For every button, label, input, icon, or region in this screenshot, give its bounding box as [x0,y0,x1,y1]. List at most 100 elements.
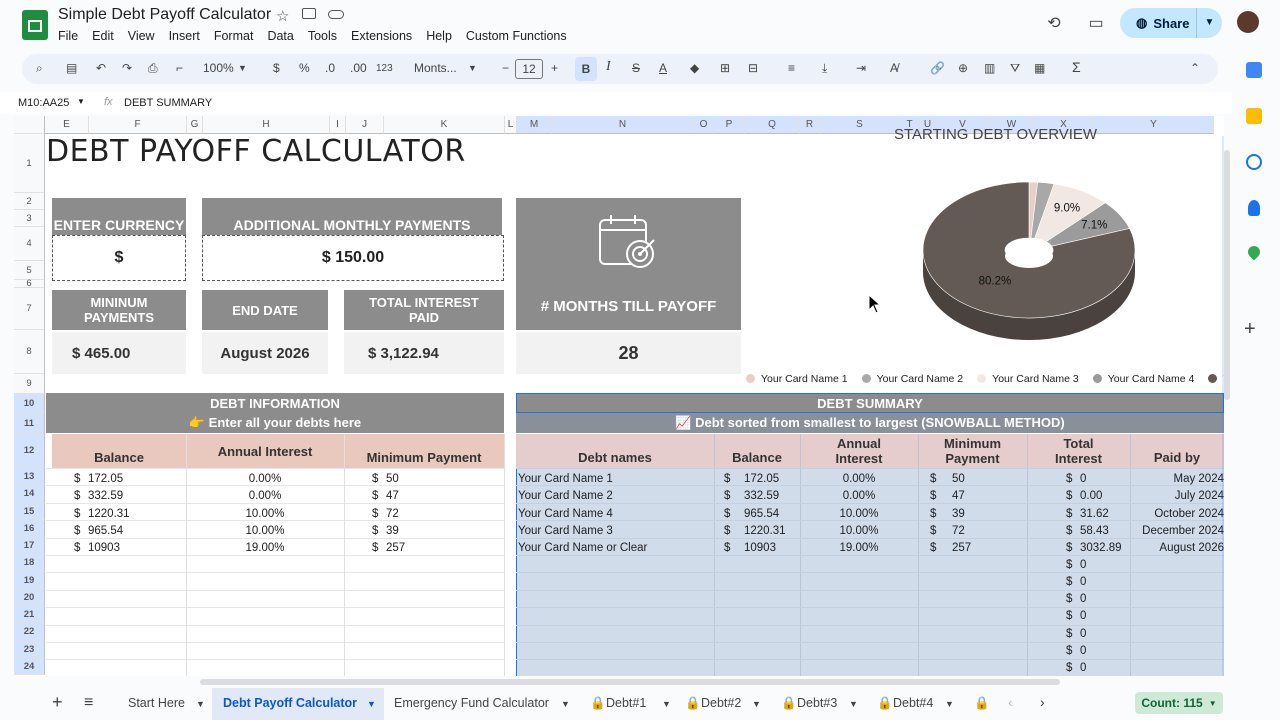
summary-debt-name[interactable]: Your Card Name or Clear [518,539,647,556]
spreadsheet-grid[interactable]: EFGHIJKLMNOPQRSTUVWXY 1 2 3 4 5 6 7 8 9 10 11 12 13 1… [14,116,1224,676]
row-header[interactable]: 2 [14,193,45,210]
undo-icon[interactable]: ↶ [96,61,106,75]
menu-item-file[interactable]: File [58,29,78,43]
info-interest-value[interactable]: 10.00% [186,522,344,539]
tab-dropdown-icon[interactable]: ▼ [752,699,761,709]
info-min-value[interactable]: 47 [386,487,399,504]
row-header[interactable]: 3 [14,210,45,227]
summary-debt-name[interactable]: Your Card Name 3 [518,522,613,539]
info-balance-value[interactable]: 332.59 [88,487,123,504]
collapse-toolbar-icon[interactable]: ⌃ [1190,61,1200,75]
row-header[interactable]: 20 [14,589,45,606]
currency-format-button[interactable]: $ [273,61,280,75]
row-header[interactable]: 7 [14,288,45,330]
row-header[interactable]: 8 [14,330,45,374]
tab-dropdown-icon[interactable]: ▼ [662,699,671,709]
legend-item[interactable]: Your Card Name 4 [1092,373,1194,385]
history-icon[interactable]: ⟲ [1044,13,1064,33]
tab-debt-4[interactable]: Debt#4 [893,696,933,710]
row-header[interactable]: 4 [14,227,45,261]
column-header[interactable]: Y [1094,116,1214,134]
font-size-decrease-icon[interactable]: − [502,61,509,75]
insert-link-icon[interactable]: 🔗 [930,61,945,75]
menu-item-tools[interactable]: Tools [308,29,337,43]
comments-icon[interactable]: ▭ [1086,13,1106,33]
zoom-dropdown-icon[interactable]: ▼ [238,63,247,73]
tab-dropdown-icon[interactable]: ▼ [196,699,205,709]
row-header[interactable]: 23 [14,641,45,658]
info-min-value[interactable]: 39 [386,522,399,539]
column-header[interactable]: Q [745,116,800,134]
row-header[interactable]: 18 [14,554,45,572]
row-header[interactable]: 9 [14,374,45,394]
increase-decimal-button[interactable]: .00 [350,61,367,75]
fill-color-icon[interactable]: ◆ [690,61,699,75]
text-color-button[interactable]: A [659,61,667,75]
formula-input[interactable]: DEBT SUMMARY [124,97,212,109]
column-header[interactable]: H [203,116,330,134]
legend-item[interactable]: Your Card Name 1 [746,373,848,385]
info-interest-value[interactable]: 19.00% [186,539,344,556]
info-min-value[interactable]: 257 [386,539,405,556]
column-header[interactable]: N [552,116,694,134]
text-wrapping-icon[interactable]: ⇥ [856,61,866,75]
calendar-icon[interactable] [1246,62,1262,78]
select-all-corner[interactable] [14,116,45,134]
filter-icon[interactable]: ⛛ [1010,61,1020,76]
borders-icon[interactable]: ⊞ [720,61,730,75]
functions-button[interactable]: Σ [1072,59,1081,75]
count-summary-button[interactable]: Count: 115 ▼ [1135,692,1223,714]
pie-chart[interactable]: 9.0%7.1% 80.2% [904,168,1154,358]
column-header[interactable]: M [517,116,552,134]
percent-format-button[interactable]: % [299,61,310,75]
info-balance-value[interactable]: 10903 [88,539,120,556]
print-icon[interactable]: ⎙ [148,61,158,76]
column-header[interactable]: O [694,116,714,134]
filter-views-icon[interactable]: ▦ [1034,61,1045,75]
scroll-tabs-right-icon[interactable]: › [1040,694,1045,710]
add-addon-icon[interactable]: + [1244,318,1256,341]
decrease-decimal-button[interactable]: .0 [325,61,335,75]
redo-icon[interactable]: ↷ [122,61,132,75]
italic-button[interactable]: I [606,59,611,75]
merge-cells-icon[interactable]: ⊟ [748,61,758,75]
share-dropdown-icon[interactable]: ▼ [1196,8,1222,38]
tab-start-here[interactable]: Start Here [128,696,185,710]
add-sheet-icon[interactable]: + [52,692,63,713]
row-header[interactable]: 13 [14,468,45,485]
text-rotation-icon[interactable]: A̸ [890,61,898,75]
row-header[interactable]: 22 [14,623,45,641]
menu-item-format[interactable]: Format [214,29,254,43]
paint-format-icon[interactable]: ⌐ [176,61,183,75]
cloud-status-icon[interactable] [328,10,344,19]
row-header[interactable]: 17 [14,537,45,554]
horizontal-align-icon[interactable]: ≡ [788,61,795,75]
tab-debt-3[interactable]: Debt#3 [797,696,837,710]
legend-item[interactable]: Your Card Name 2 [861,373,963,385]
tab-emergency-fund[interactable]: Emergency Fund Calculator [394,696,549,710]
tab-dropdown-icon[interactable]: ▼ [367,699,376,709]
insert-chart-icon[interactable]: ▥ [984,61,995,75]
column-header[interactable]: E [45,116,89,134]
name-box[interactable]: M10:AA25 [18,97,69,109]
row-header[interactable]: 21 [14,606,45,623]
column-header[interactable]: J [346,116,384,134]
column-header[interactable]: K [384,116,505,134]
number-format-button[interactable]: 123 [376,63,393,74]
column-header[interactable]: I [330,116,346,134]
column-header[interactable]: G [187,116,203,134]
row-header[interactable]: 12 [14,434,45,468]
bold-button[interactable]: B [575,57,597,81]
font-size-input[interactable]: 12 [515,59,543,79]
row-header[interactable]: 19 [14,572,45,589]
font-size-increase-icon[interactable]: + [551,61,558,75]
strikethrough-button[interactable]: S [632,61,640,75]
maps-icon[interactable] [1245,243,1263,261]
menu-item-custom-functions[interactable]: Custom Functions [466,29,567,43]
row-header[interactable]: 1 [14,134,45,193]
tasks-icon[interactable]: ▤ [66,61,77,75]
tab-dropdown-icon[interactable]: ▼ [849,699,858,709]
vertical-align-icon[interactable]: ⤓ [822,61,827,76]
insert-comment-icon[interactable]: ⊕ [958,61,968,75]
zoom-select[interactable]: 100% [203,61,234,75]
